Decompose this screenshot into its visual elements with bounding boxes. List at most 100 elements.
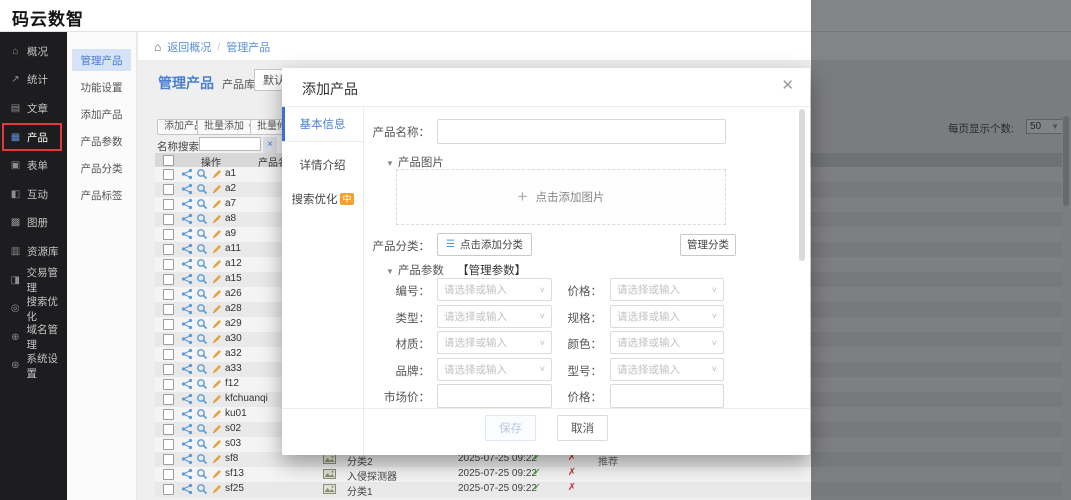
- edit-icon[interactable]: [211, 453, 223, 465]
- share-icon[interactable]: [181, 258, 193, 270]
- share-icon[interactable]: [181, 318, 193, 330]
- share-icon[interactable]: [181, 423, 193, 435]
- product-name[interactable]: a8: [225, 213, 236, 224]
- param-select[interactable]: 请选择或输入˅: [437, 358, 552, 381]
- row-checkbox[interactable]: [163, 424, 174, 435]
- sidebar-item-表单[interactable]: ▣ 表单: [0, 151, 67, 180]
- edit-icon[interactable]: [211, 198, 223, 210]
- share-icon[interactable]: [181, 408, 193, 420]
- share-icon[interactable]: [181, 393, 193, 405]
- share-icon[interactable]: [181, 228, 193, 240]
- product-name[interactable]: sf25: [225, 483, 244, 494]
- collapse-triangle-icon[interactable]: ▼: [386, 267, 394, 276]
- share-icon[interactable]: [181, 303, 193, 315]
- subnav-item-添加产品[interactable]: 添加产品: [72, 103, 131, 125]
- preview-icon[interactable]: [196, 333, 208, 345]
- sidebar-item-域名管理[interactable]: ⊕ 域名管理: [0, 323, 67, 352]
- preview-icon[interactable]: [196, 183, 208, 195]
- row-checkbox[interactable]: [163, 409, 174, 420]
- modal-tab-基本信息[interactable]: 基本信息: [282, 107, 363, 142]
- sidebar-item-互动[interactable]: ◧ 互动: [0, 180, 67, 209]
- subnav-item-产品标签[interactable]: 产品标签: [72, 184, 131, 206]
- share-icon[interactable]: [181, 468, 193, 480]
- row-checkbox[interactable]: [163, 379, 174, 390]
- sidebar-item-统计[interactable]: ↗ 统计: [0, 66, 67, 95]
- product-name[interactable]: a33: [225, 363, 242, 374]
- share-icon[interactable]: [181, 273, 193, 285]
- preview-icon[interactable]: [196, 258, 208, 270]
- manage-params-link[interactable]: 【管理参数】: [457, 265, 526, 277]
- product-name[interactable]: a29: [225, 318, 242, 329]
- sidebar-item-搜索优化[interactable]: ◎ 搜索优化: [0, 294, 67, 323]
- product-name[interactable]: sf8: [225, 453, 238, 464]
- edit-icon[interactable]: [211, 438, 223, 450]
- share-icon[interactable]: [181, 363, 193, 375]
- product-name[interactable]: a30: [225, 333, 242, 344]
- edit-icon[interactable]: [211, 168, 223, 180]
- param-input[interactable]: [610, 384, 724, 408]
- edit-icon[interactable]: [211, 258, 223, 270]
- share-icon[interactable]: [181, 168, 193, 180]
- share-icon[interactable]: [181, 453, 193, 465]
- row-checkbox[interactable]: [163, 484, 174, 495]
- param-input[interactable]: [437, 384, 552, 408]
- product-name[interactable]: kfchuanqi: [225, 393, 268, 404]
- preview-icon[interactable]: [196, 288, 208, 300]
- row-checkbox[interactable]: [163, 229, 174, 240]
- close-icon[interactable]: ✕: [781, 76, 794, 94]
- save-button[interactable]: 保存: [485, 415, 536, 441]
- preview-icon[interactable]: [196, 168, 208, 180]
- name-search-input[interactable]: [199, 137, 261, 151]
- subnav-item-功能设置[interactable]: 功能设置: [72, 76, 131, 98]
- tab-product-library[interactable]: 产品库: [222, 76, 255, 92]
- preview-icon[interactable]: [196, 303, 208, 315]
- product-name[interactable]: s03: [225, 438, 241, 449]
- param-select[interactable]: 请选择或输入˅: [437, 331, 552, 354]
- product-name[interactable]: ku01: [225, 408, 247, 419]
- edit-icon[interactable]: [211, 318, 223, 330]
- edit-icon[interactable]: [211, 348, 223, 360]
- preview-icon[interactable]: [196, 423, 208, 435]
- row-checkbox[interactable]: [163, 289, 174, 300]
- product-name-input[interactable]: [437, 119, 726, 144]
- edit-icon[interactable]: [211, 468, 223, 480]
- product-name[interactable]: a26: [225, 288, 242, 299]
- edit-icon[interactable]: [211, 213, 223, 225]
- edit-icon[interactable]: [211, 408, 223, 420]
- row-checkbox[interactable]: [163, 169, 174, 180]
- row-checkbox[interactable]: [163, 259, 174, 270]
- row-checkbox[interactable]: [163, 364, 174, 375]
- share-icon[interactable]: [181, 333, 193, 345]
- edit-icon[interactable]: [211, 273, 223, 285]
- param-select[interactable]: 请选择或输入˅: [437, 278, 552, 301]
- sidebar-item-文章[interactable]: ▤ 文章: [0, 94, 67, 123]
- share-icon[interactable]: [181, 213, 193, 225]
- param-select[interactable]: 请选择或输入˅: [610, 278, 724, 301]
- edit-icon[interactable]: [211, 363, 223, 375]
- subnav-item-产品分类[interactable]: 产品分类: [72, 157, 131, 179]
- row-checkbox[interactable]: [163, 334, 174, 345]
- param-select[interactable]: 请选择或输入˅: [610, 331, 724, 354]
- sidebar-item-系统设置[interactable]: ⊛ 系统设置: [0, 352, 67, 381]
- breadcrumb-back-link[interactable]: 返回概况: [167, 39, 211, 55]
- row-checkbox[interactable]: [163, 199, 174, 210]
- preview-icon[interactable]: [196, 243, 208, 255]
- preview-icon[interactable]: [196, 273, 208, 285]
- modal-tab-搜索优化[interactable]: 搜索优化 中: [282, 182, 363, 216]
- visible-check[interactable]: ✓: [530, 467, 544, 478]
- sidebar-item-产品[interactable]: ▦ 产品: [0, 123, 67, 152]
- row-checkbox[interactable]: [163, 214, 174, 225]
- preview-icon[interactable]: [196, 453, 208, 465]
- product-name[interactable]: a15: [225, 273, 242, 284]
- collapse-triangle-icon[interactable]: ▼: [386, 159, 394, 168]
- row-checkbox[interactable]: [163, 439, 174, 450]
- edit-icon[interactable]: [211, 303, 223, 315]
- product-name[interactable]: a1: [225, 168, 236, 179]
- share-icon[interactable]: [181, 288, 193, 300]
- share-icon[interactable]: [181, 438, 193, 450]
- search-clear-button[interactable]: ×: [263, 137, 277, 153]
- subnav-item-产品参数[interactable]: 产品参数: [72, 130, 131, 152]
- product-name[interactable]: a7: [225, 198, 236, 209]
- product-name[interactable]: a9: [225, 228, 236, 239]
- row-checkbox[interactable]: [163, 349, 174, 360]
